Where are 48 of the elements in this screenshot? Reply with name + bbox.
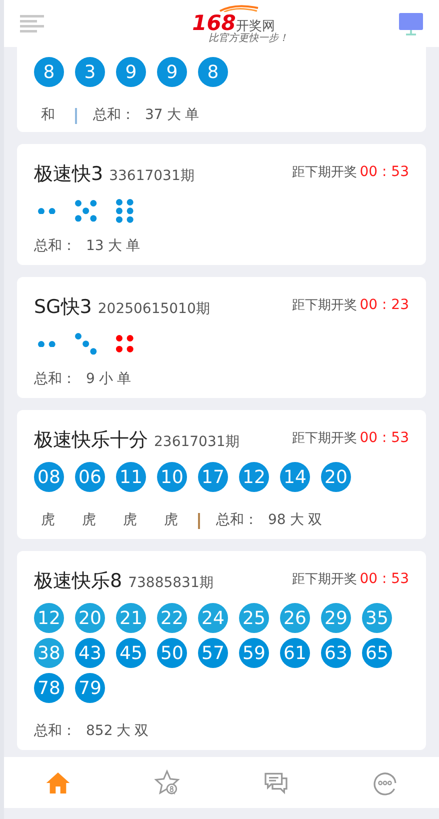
countdown-label: 距下期开奖 [292, 297, 357, 315]
countdown-label: 距下期开奖 [292, 430, 357, 448]
countdown-label: 距下期开奖 [292, 164, 357, 182]
size-result: 大 [108, 237, 122, 256]
parity-result: 单 [116, 370, 131, 389]
lottery-title: 极速快3 [34, 162, 104, 187]
lottery-title: 极速快乐十分 [34, 428, 148, 453]
sum-value: 13 [86, 237, 104, 256]
parity-result: 单 [184, 106, 199, 125]
sum-value: 852 [86, 722, 113, 741]
size-result: 大 [116, 722, 131, 741]
countdown-timer: 00 : 53 [360, 163, 409, 182]
swoosh-icon [218, 4, 258, 12]
sum-value: 9 [86, 370, 95, 389]
star-icon[interactable] [153, 768, 182, 796]
issue-number: 73885831期 [128, 574, 214, 593]
result-tag: 虎 [116, 510, 144, 531]
sum-label: 总和： [93, 106, 135, 125]
countdown-label: 距下期开奖 [292, 571, 357, 589]
result-tag: 和 [34, 105, 62, 126]
sum-value: 37 [145, 106, 163, 125]
parity-result: 单 [126, 237, 140, 256]
menu-icon[interactable] [20, 14, 44, 32]
countdown-timer: 00 : 53 [360, 570, 409, 589]
logo-slogan: 比官方更快一步！ [208, 34, 288, 44]
sum-value: 98 [268, 511, 286, 530]
logo-number: 168 [192, 12, 236, 34]
issue-number: 20250615010期 [98, 300, 210, 319]
size-result: 小 [98, 370, 113, 389]
sum-label: 总和： [34, 722, 76, 741]
parity-result: 双 [134, 722, 149, 741]
result-tag: 虎 [157, 510, 185, 531]
sum-label: 总和： [34, 237, 76, 256]
result-tag: 虎 [75, 510, 103, 531]
monitor-icon[interactable] [399, 12, 423, 36]
logo-name: 开奖网 [236, 20, 275, 34]
sum-label: 总和： [34, 370, 76, 389]
countdown-timer: 00 : 23 [360, 296, 409, 315]
parity-result: 双 [308, 511, 322, 530]
issue-number: 23617031期 [154, 433, 240, 452]
countdown-timer: 00 : 53 [360, 429, 409, 448]
sum-label: 总和： [216, 511, 258, 530]
lottery-title: SG快3 [34, 295, 92, 320]
result-tag: 虎 [34, 510, 62, 531]
size-result: 大 [166, 106, 181, 125]
issue-number: 33617031期 [109, 167, 194, 186]
size-result: 大 [290, 511, 304, 530]
lottery-title: 极速快乐8 [34, 569, 122, 594]
